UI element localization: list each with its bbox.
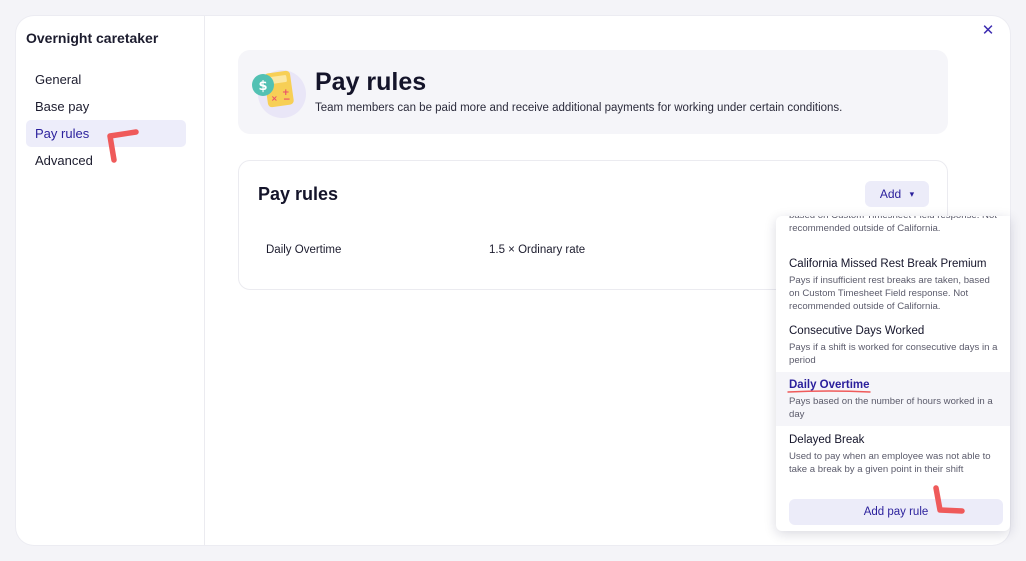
pay-rules-heading: Pay rules <box>258 184 339 204</box>
option-description: Pays if insufficient rest breaks are tak… <box>789 275 990 312</box>
chevron-down-icon: ▾ <box>909 189 915 199</box>
add-dropdown-button[interactable]: Add ▾ <box>865 181 929 207</box>
option-title: Delayed Break <box>789 434 865 446</box>
sidebar-item-general[interactable]: General <box>26 66 186 93</box>
page-title: Pay rules <box>315 68 427 96</box>
option-description: Pays if a shift is worked for consecutiv… <box>789 342 998 366</box>
svg-text:−: − <box>283 95 291 105</box>
sidebar: Overnight caretaker General Base pay Pay… <box>16 16 205 545</box>
option-california-missed-rest-break[interactable]: California Missed Rest Break Premium Pay… <box>776 257 1010 312</box>
page-header: + × − $ Pay rules Team members can be pa… <box>238 50 948 134</box>
rule-rate: 1.5 × Ordinary rate <box>489 244 586 256</box>
sidebar-item-advanced[interactable]: Advanced <box>26 147 186 174</box>
dollar-symbol: $ <box>259 79 268 94</box>
option-delayed-break[interactable]: Delayed Break Used to pay when an employ… <box>776 433 1010 481</box>
svg-text:×: × <box>271 94 278 103</box>
option-title: California Missed Rest Break Premium <box>789 258 987 270</box>
close-button[interactable]: ✕ <box>978 21 998 41</box>
rule-name: Daily Overtime <box>266 244 342 256</box>
sidebar-item-base-pay[interactable]: Base pay <box>26 93 186 120</box>
sidebar-item-pay-rules[interactable]: Pay rules <box>26 120 186 147</box>
pay-rule-row[interactable]: Daily Overtime 1.5 × Ordinary rate <box>266 244 786 260</box>
close-icon: ✕ <box>981 22 995 39</box>
cut-off-description: based on Custom Timesheet Field response… <box>789 216 997 234</box>
pay-rule-dropdown[interactable]: based on Custom Timesheet Field response… <box>776 216 1010 531</box>
option-title: Daily Overtime <box>789 379 870 391</box>
page-description: Team members can be paid more and receiv… <box>315 102 843 114</box>
option-description: Pays based on the number of hours worked… <box>789 396 993 420</box>
option-description: Used to pay when an employee was not abl… <box>789 451 991 475</box>
pay-calculator-icon: + × − $ <box>252 70 306 118</box>
option-title: Consecutive Days Worked <box>789 325 925 337</box>
sidebar-nav: General Base pay Pay rules Advanced <box>26 66 186 174</box>
add-label: Add <box>879 187 902 201</box>
option-consecutive-days-worked[interactable]: Consecutive Days Worked Pays if a shift … <box>776 324 1010 368</box>
add-pay-rule-button[interactable]: Add pay rule <box>789 499 1003 525</box>
option-daily-overtime[interactable]: Daily Overtime Pays based on the number … <box>776 372 1010 426</box>
template-title: Overnight caretaker <box>26 30 159 46</box>
